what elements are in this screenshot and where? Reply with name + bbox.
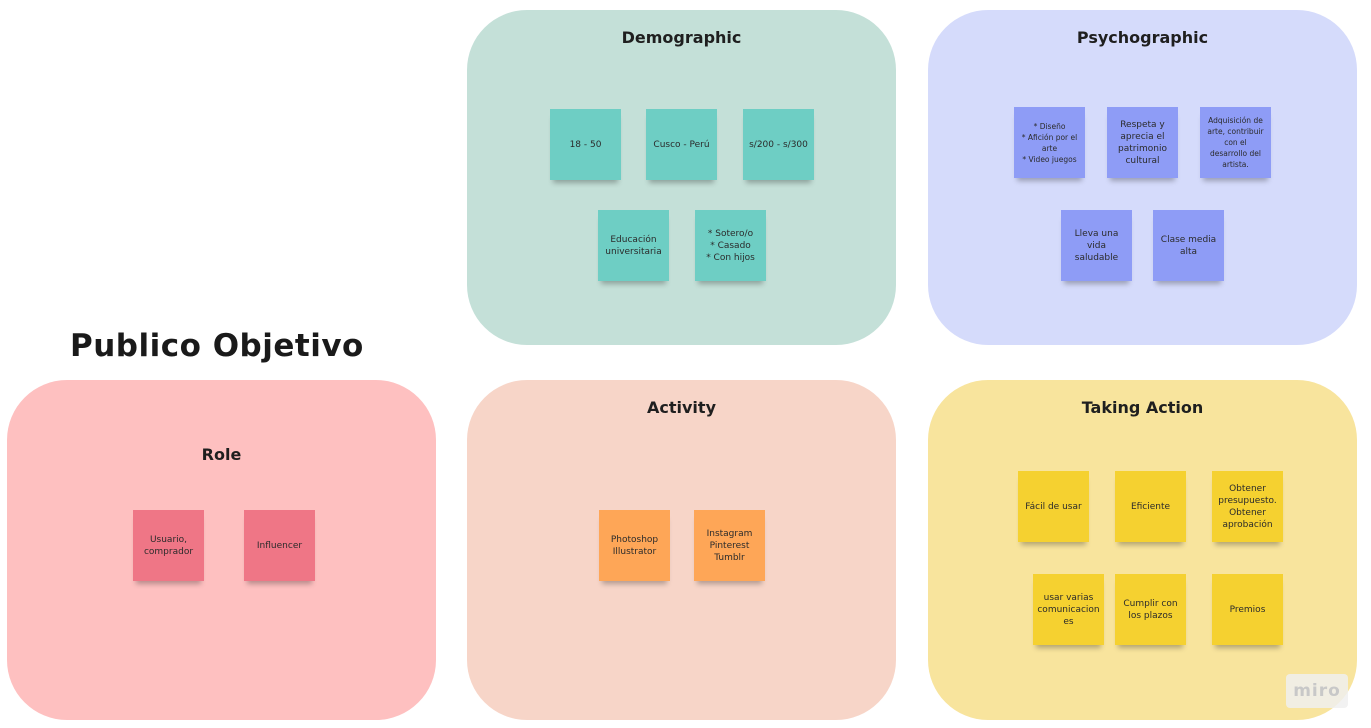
psychographic-panel[interactable]: Psychographic * Diseño * Afición por el …: [928, 10, 1357, 345]
sticky-note[interactable]: Cusco - Perú: [646, 109, 717, 180]
role-panel[interactable]: Role Usuario, comprador Influencer: [7, 380, 436, 720]
sticky-note[interactable]: Fácil de usar: [1018, 471, 1089, 542]
psychographic-title: Psychographic: [1076, 28, 1209, 47]
demographic-panel[interactable]: Demographic 18 - 50 Cusco - Perú s/200 -…: [467, 10, 896, 345]
sticky-note[interactable]: Premios: [1212, 574, 1283, 645]
page-title: Publico Objetivo: [70, 328, 364, 364]
demographic-title: Demographic: [621, 28, 742, 47]
sticky-note[interactable]: Usuario, comprador: [133, 510, 204, 581]
taking-action-title: Taking Action: [1081, 398, 1204, 417]
sticky-note[interactable]: Cumplir con los plazos: [1115, 574, 1186, 645]
activity-title: Activity: [647, 398, 716, 417]
sticky-note[interactable]: Respeta y aprecia el patrimonio cultural: [1107, 107, 1178, 178]
sticky-note[interactable]: Clase media alta: [1153, 210, 1224, 281]
sticky-note[interactable]: * Sotero/o * Casado * Con hijos: [695, 210, 766, 281]
sticky-note[interactable]: Eficiente: [1115, 471, 1186, 542]
sticky-note[interactable]: Educación universitaria: [598, 210, 669, 281]
role-title: Role: [201, 445, 242, 464]
sticky-note[interactable]: Photoshop Illustrator: [599, 510, 670, 581]
sticky-note[interactable]: Adquisición de arte, contribuir con el d…: [1200, 107, 1271, 178]
sticky-note[interactable]: Influencer: [244, 510, 315, 581]
taking-action-panel[interactable]: Taking Action Fácil de usar Eficiente Ob…: [928, 380, 1357, 720]
sticky-note[interactable]: usar varias comunicacion es: [1033, 574, 1104, 645]
sticky-note[interactable]: Instagram Pinterest Tumblr: [694, 510, 765, 581]
activity-panel[interactable]: Activity Photoshop Illustrator Instagram…: [467, 380, 896, 720]
sticky-note[interactable]: 18 - 50: [550, 109, 621, 180]
sticky-note[interactable]: s/200 - s/300: [743, 109, 814, 180]
sticky-note[interactable]: Obtener presupuesto. Obtener aprobación: [1212, 471, 1283, 542]
sticky-note[interactable]: Lleva una vida saludable: [1061, 210, 1132, 281]
sticky-note[interactable]: * Diseño * Afición por el arte * Video j…: [1014, 107, 1085, 178]
miro-logo: miro: [1286, 674, 1348, 708]
